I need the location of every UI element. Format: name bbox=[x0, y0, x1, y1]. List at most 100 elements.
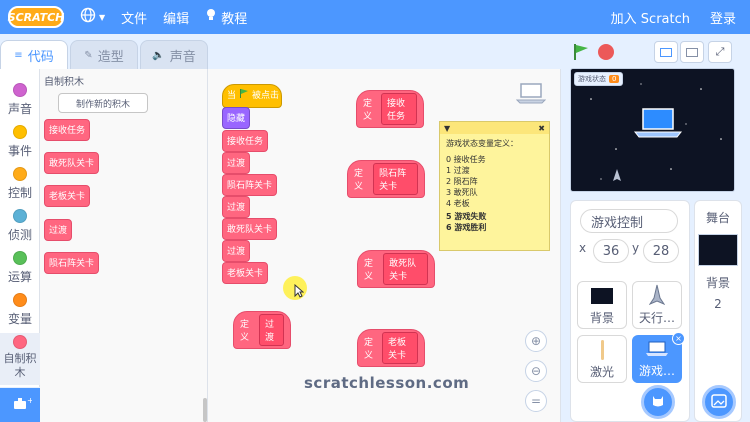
sprite-info-pane: 游戏控制 x 36 y 28 背景 天行… 激光 游戏… × bbox=[570, 200, 690, 422]
make-block-button[interactable]: 制作新的积木 bbox=[58, 93, 148, 113]
category-variables-dot bbox=[13, 293, 27, 307]
stop-button[interactable] bbox=[598, 44, 614, 60]
define-label: 定义 bbox=[364, 338, 374, 361]
signin-link[interactable]: 登录 bbox=[710, 8, 736, 27]
fullscreen-button[interactable]: ⤢ bbox=[708, 41, 732, 63]
stage[interactable]: 游戏状态 0 bbox=[570, 68, 735, 192]
script-block-deathsquad-level[interactable]: 敢死队关卡 bbox=[222, 218, 278, 240]
sprite-thumb-game-control[interactable]: 游戏… × bbox=[632, 332, 685, 383]
extension-icon: + bbox=[12, 396, 34, 415]
category-myblocks[interactable]: 自制积木 bbox=[0, 333, 40, 385]
palette-block-deathsquad-level[interactable]: 敢死队关卡 bbox=[44, 152, 100, 174]
hat-prefix-label: 当 bbox=[227, 91, 237, 101]
zoom-in-button[interactable]: ⊕ bbox=[525, 330, 547, 352]
zoom-in-icon: ⊕ bbox=[530, 334, 542, 348]
define-block-receive-task[interactable]: 定义 接收任务 bbox=[356, 90, 424, 128]
zoom-out-button[interactable]: ⊖ bbox=[525, 360, 547, 382]
file-menu[interactable]: 文件 bbox=[121, 8, 147, 27]
edit-menu[interactable]: 编辑 bbox=[163, 8, 189, 27]
define-label: 定义 bbox=[363, 99, 373, 122]
define-name: 陨石阵关卡 bbox=[373, 163, 418, 195]
small-stage-button[interactable] bbox=[654, 41, 678, 63]
watermark: scratchlesson.com bbox=[304, 374, 470, 392]
category-sound[interactable]: 声音 bbox=[0, 83, 40, 117]
category-events-dot bbox=[13, 125, 27, 139]
category-sensing-label: 侦测 bbox=[7, 228, 32, 242]
x-input[interactable]: 36 bbox=[593, 239, 629, 263]
brush-icon: ✎ bbox=[84, 49, 93, 61]
define-block-deathsquad-level[interactable]: 定义 敢死队关卡 bbox=[357, 250, 435, 288]
sprite-thumb-label: 背景 bbox=[589, 311, 614, 325]
script-block-transition-3[interactable]: 过渡 bbox=[222, 240, 251, 262]
comment-note[interactable]: ▼ ✖ 游戏状态变量定义： 0 接收任务 1 过渡 2 陨石阵 3 敢死队 4 … bbox=[439, 121, 550, 251]
category-sensing[interactable]: 侦测 bbox=[0, 209, 40, 243]
tutorials-menu[interactable]: 教程 bbox=[205, 8, 247, 27]
define-block-meteor-level[interactable]: 定义 陨石阵关卡 bbox=[347, 160, 425, 198]
add-backdrop-button[interactable] bbox=[702, 385, 736, 419]
palette-block-boss-level[interactable]: 老板关卡 bbox=[44, 185, 91, 207]
sprite-name-input[interactable]: 游戏控制 bbox=[580, 209, 678, 233]
category-events[interactable]: 事件 bbox=[0, 125, 40, 159]
collapse-icon[interactable]: ▼ bbox=[444, 124, 450, 133]
script-block-receive-task[interactable]: 接收任务 bbox=[222, 130, 269, 152]
script-block-hide[interactable]: 隐藏 bbox=[222, 107, 251, 129]
tab-sounds-label: 声音 bbox=[169, 49, 196, 65]
note-line: 0 接收任务 bbox=[446, 155, 486, 164]
close-icon[interactable]: ✖ bbox=[538, 124, 545, 133]
sprite-thumb-laser[interactable]: 激光 bbox=[577, 335, 627, 383]
palette-scrollbar[interactable] bbox=[203, 398, 207, 422]
tab-sounds[interactable]: 🔈 声音 bbox=[140, 40, 208, 70]
backdrop-thumb-image bbox=[591, 288, 613, 304]
hat-suffix-label: 被点击 bbox=[252, 91, 280, 101]
sprite-thumb-label: 天行… bbox=[638, 311, 675, 325]
category-operators-label: 运算 bbox=[7, 270, 32, 284]
menu-bar: SCRATCH ▼ 文件 编辑 教程 加入 Scratch 登录 bbox=[0, 0, 750, 34]
zoom-reset-icon: = bbox=[530, 394, 542, 408]
category-operators[interactable]: 运算 bbox=[0, 251, 40, 285]
y-input[interactable]: 28 bbox=[643, 239, 679, 263]
category-menu: 声音 事件 控制 侦测 运算 变量 自制积木 bbox=[0, 69, 40, 387]
when-flag-clicked-block[interactable]: 当 被点击 bbox=[222, 84, 282, 108]
define-block-boss-level[interactable]: 定义 老板关卡 bbox=[357, 329, 425, 367]
join-link[interactable]: 加入 Scratch bbox=[611, 8, 690, 27]
define-block-transition[interactable]: 定义 过渡 bbox=[233, 311, 291, 349]
laptop-icon bbox=[646, 341, 668, 356]
category-control-dot bbox=[13, 167, 27, 181]
note-line: 3 敢死队 bbox=[446, 188, 478, 197]
note-line: 2 陨石阵 bbox=[446, 177, 478, 186]
palette-block-transition[interactable]: 过渡 bbox=[44, 219, 73, 241]
current-sprite-thumbnail bbox=[515, 82, 547, 107]
add-extension-button[interactable]: + bbox=[0, 388, 44, 422]
delete-sprite-icon[interactable]: × bbox=[672, 332, 685, 345]
block-palette: 自制积木 制作新的积木 接收任务 敢死队关卡 老板关卡 过渡 陨石阵关卡 bbox=[40, 69, 208, 422]
script-block-transition-1[interactable]: 过渡 bbox=[222, 152, 251, 174]
script-block-meteor-level[interactable]: 陨石阵关卡 bbox=[222, 174, 278, 196]
category-sensing-dot bbox=[13, 209, 27, 223]
lightbulb-icon bbox=[205, 8, 217, 26]
palette-block-meteor-level[interactable]: 陨石阵关卡 bbox=[44, 252, 100, 274]
zoom-out-icon: ⊖ bbox=[530, 364, 542, 378]
green-flag-icon bbox=[239, 85, 249, 107]
sprite-thumb-label: 激光 bbox=[589, 365, 614, 379]
palette-block-receive-task[interactable]: 接收任务 bbox=[44, 119, 91, 141]
language-menu[interactable]: ▼ bbox=[80, 7, 105, 27]
tab-costumes[interactable]: ✎ 造型 bbox=[70, 40, 138, 70]
add-sprite-button[interactable] bbox=[641, 385, 675, 419]
tab-code[interactable]: ≡ 代码 bbox=[0, 40, 68, 70]
scratch-logo[interactable]: SCRATCH bbox=[8, 6, 64, 28]
laser-icon bbox=[600, 340, 604, 360]
palette-section-title: 自制积木 bbox=[44, 77, 84, 88]
zoom-reset-button[interactable]: = bbox=[525, 390, 547, 412]
category-variables[interactable]: 变量 bbox=[0, 293, 40, 327]
green-flag-button[interactable] bbox=[572, 43, 590, 64]
category-control[interactable]: 控制 bbox=[0, 167, 40, 201]
large-stage-button[interactable] bbox=[680, 41, 704, 63]
sprite-thumb-backdrop[interactable]: 背景 bbox=[577, 281, 627, 329]
script-block-transition-2[interactable]: 过渡 bbox=[222, 196, 251, 218]
define-label: 定义 bbox=[354, 169, 364, 192]
backdrops-label: 背景 bbox=[705, 276, 730, 290]
script-block-boss-level[interactable]: 老板关卡 bbox=[222, 262, 269, 284]
note-header[interactable]: ▼ ✖ bbox=[440, 122, 549, 134]
large-stage-icon bbox=[686, 47, 698, 57]
sprite-thumb-spaceship[interactable]: 天行… bbox=[632, 281, 682, 329]
